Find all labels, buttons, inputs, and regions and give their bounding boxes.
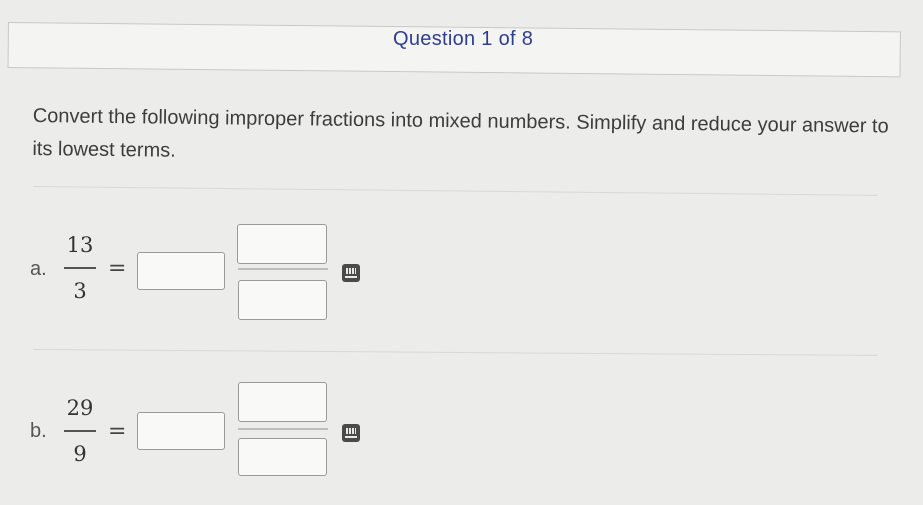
equals-sign: = (108, 419, 127, 444)
improper-fraction: 13 3 (60, 233, 100, 303)
divider (32, 186, 878, 196)
keypad-icon[interactable] (342, 264, 360, 282)
fraction-bar (64, 430, 96, 432)
answer-fraction-bar (238, 268, 328, 270)
whole-number-input[interactable] (137, 412, 225, 450)
fraction-bar (64, 267, 96, 269)
numerator-input[interactable] (237, 224, 327, 264)
keypad-icon[interactable] (342, 424, 360, 442)
page: Question 1 of 8 Convert the following im… (0, 0, 923, 505)
denominator-input[interactable] (238, 438, 327, 476)
whole-number-input[interactable] (137, 252, 225, 290)
improper-fraction: 29 9 (60, 396, 100, 466)
fraction-numerator: 13 (66, 233, 94, 257)
problem-label: b. (30, 420, 47, 442)
instructions-text: Convert the following improper fractions… (32, 104, 889, 162)
problem-label: a. (30, 258, 47, 280)
question-counter: Question 1 of 8 (393, 28, 534, 50)
divider (32, 349, 878, 356)
equals-sign: = (108, 256, 127, 281)
denominator-input[interactable] (238, 280, 327, 320)
fraction-denominator: 3 (73, 278, 87, 303)
answer-fraction-bar (238, 428, 328, 430)
fraction-denominator: 9 (73, 441, 87, 466)
numerator-input[interactable] (238, 382, 327, 422)
fraction-numerator: 29 (66, 396, 94, 420)
